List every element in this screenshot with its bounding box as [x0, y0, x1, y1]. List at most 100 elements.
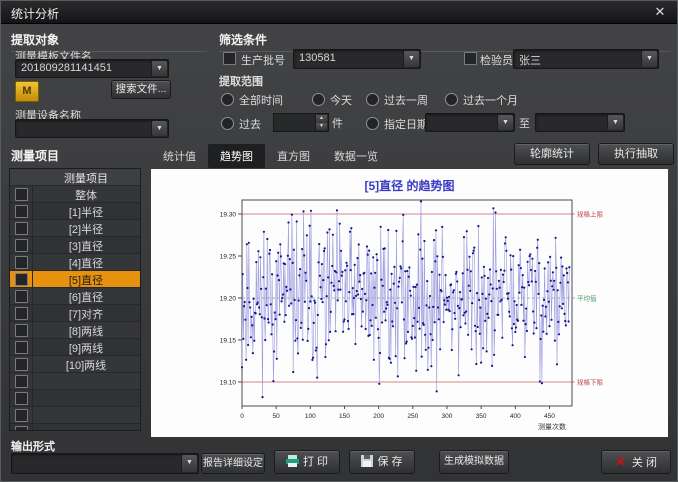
row-checkbox[interactable] [15, 358, 28, 371]
item-row-8[interactable]: [7]对齐 [10, 305, 140, 322]
svg-text:150: 150 [339, 413, 350, 420]
radio-range-1[interactable]: 全部时间 [221, 91, 283, 105]
tab-2[interactable]: 趋势图 [208, 144, 265, 168]
chevron-down-icon[interactable]: ▼ [181, 455, 197, 472]
svg-text:400: 400 [510, 413, 521, 420]
item-row-11[interactable]: [10]两线 [10, 356, 140, 373]
chevron-down-icon[interactable]: ▼ [151, 121, 167, 136]
row-checkbox[interactable] [15, 273, 28, 286]
svg-text:测量次数: 测量次数 [538, 422, 566, 431]
inspector-value: 张三 [519, 52, 640, 68]
svg-text:300: 300 [442, 413, 453, 420]
row-checkbox[interactable] [15, 307, 28, 320]
item-row-6[interactable]: [5]直径 [10, 271, 140, 288]
row-checkbox[interactable] [15, 256, 28, 269]
title-bar: 统计分析 ✕ [1, 1, 677, 24]
execute-extract-button[interactable]: 执行抽取 [598, 143, 674, 165]
row-checkbox-cell [10, 339, 33, 355]
device-name-dropdown[interactable]: ▼ [15, 119, 169, 138]
item-row-5[interactable]: [4]直径 [10, 254, 140, 271]
item-row-1[interactable]: 整体 [10, 186, 140, 203]
chevron-down-icon[interactable]: ▼ [151, 61, 167, 76]
batch-checkbox[interactable] [223, 52, 236, 65]
radio-range-3[interactable]: 过去一周 [366, 91, 428, 105]
row-label: [1]半径 [32, 204, 140, 220]
date-to-dropdown[interactable]: ▼ [535, 113, 625, 132]
item-row-empty[interactable] [10, 424, 140, 431]
item-row-9[interactable]: [8]两线 [10, 322, 140, 339]
item-row-empty[interactable] [10, 407, 140, 424]
svg-text:350: 350 [476, 413, 487, 420]
item-row-3[interactable]: [2]半径 [10, 220, 140, 237]
tab-1[interactable]: 统计值 [151, 144, 208, 168]
radio-label: 今天 [330, 95, 352, 107]
search-file-button[interactable]: 搜索文件... [111, 80, 171, 99]
inspector-dropdown[interactable]: 张三 ▼ [513, 49, 659, 69]
batch-dropdown[interactable]: 130581 ▼ [293, 49, 421, 69]
window-close-icon[interactable]: ✕ [649, 3, 671, 21]
inspector-checkbox[interactable] [464, 52, 477, 65]
chevron-down-icon[interactable]: ▼ [403, 51, 419, 67]
measure-file-icon[interactable]: M [15, 81, 39, 102]
tab-3[interactable]: 直方图 [265, 144, 322, 168]
svg-text:19.10: 19.10 [220, 380, 237, 387]
chevron-down-icon[interactable]: ▼ [607, 115, 623, 130]
radio-range-4[interactable]: 过去一个月 [445, 91, 518, 105]
row-checkbox[interactable] [15, 188, 28, 201]
close-button[interactable]: ✕关 闭 [601, 450, 671, 474]
radio-icon [312, 93, 325, 106]
window-title: 统计分析 [11, 5, 59, 22]
radio-label: 过去一个月 [463, 95, 518, 107]
row-label: [9]两线 [32, 340, 140, 356]
close-x-icon: ✕ [615, 454, 626, 469]
radio-past[interactable]: 过去 [221, 115, 261, 129]
item-row-7[interactable]: [6]直径 [10, 288, 140, 305]
row-checkbox[interactable] [15, 375, 28, 388]
chevron-down-icon[interactable]: ▼ [641, 51, 657, 67]
radio-icon [221, 117, 234, 130]
item-row-10[interactable]: [9]两线 [10, 339, 140, 356]
stepper-up-icon[interactable]: ▲ [315, 115, 327, 123]
range-radio-group: 全部时间 今天 过去一周 过去一个月 [219, 91, 671, 107]
trend-chart-panel: [5]直径 的趋势图 19.3019.2519.2019.1519.100501… [151, 169, 668, 437]
row-checkbox[interactable] [15, 409, 28, 422]
item-row-empty[interactable] [10, 373, 140, 390]
row-checkbox[interactable] [15, 324, 28, 337]
date-from-dropdown[interactable]: ▼ [425, 113, 515, 132]
items-header[interactable]: 测量项目 [10, 169, 140, 186]
row-checkbox-cell [10, 288, 33, 304]
radio-specified-date[interactable]: 指定日期 [366, 115, 428, 129]
statistics-dialog: 统计分析 ✕ 提取对象 测量模板文件名 201809281141451 ▼ M … [0, 0, 678, 482]
row-checkbox[interactable] [15, 426, 28, 431]
tab-4[interactable]: 数据一览 [322, 144, 390, 168]
svg-text:250: 250 [407, 413, 418, 420]
row-checkbox[interactable] [15, 392, 28, 405]
row-checkbox[interactable] [15, 239, 28, 252]
generate-mock-data-button[interactable]: 生成模拟数据 [439, 450, 509, 474]
row-checkbox[interactable] [15, 341, 28, 354]
contour-statistics-button[interactable]: 轮廓统计 [514, 143, 590, 165]
radio-range-2[interactable]: 今天 [312, 91, 352, 105]
radio-label: 全部时间 [239, 95, 283, 107]
row-checkbox-cell [10, 254, 33, 270]
template-filename-dropdown[interactable]: 201809281141451 ▼ [15, 59, 169, 78]
save-button[interactable]: 保 存 [349, 450, 415, 474]
item-row-4[interactable]: [3]直径 [10, 237, 140, 254]
section-items: 测量项目 [11, 147, 141, 167]
chevron-down-icon[interactable]: ▼ [497, 115, 513, 130]
item-row-2[interactable]: [1]半径 [10, 203, 140, 220]
measurement-items-table: 测量项目整体[1]半径[2]半径[3]直径[4]直径[5]直径[6]直径[7]对… [9, 168, 141, 431]
report-settings-button[interactable]: 报告详细设定 [201, 453, 265, 474]
print-button[interactable]: 打 印 [274, 450, 340, 474]
past-count-stepper[interactable]: ▲▼ [273, 113, 329, 132]
row-checkbox[interactable] [15, 222, 28, 235]
stepper-down-icon[interactable]: ▼ [315, 123, 327, 131]
row-checkbox[interactable] [15, 205, 28, 218]
batch-value: 130581 [299, 52, 402, 64]
radio-icon [445, 93, 458, 106]
row-checkbox[interactable] [15, 290, 28, 303]
output-format-dropdown[interactable]: ▼ [11, 453, 199, 474]
item-row-empty[interactable] [10, 390, 140, 407]
svg-text:19.30: 19.30 [220, 212, 237, 219]
row-checkbox-cell [10, 390, 33, 406]
